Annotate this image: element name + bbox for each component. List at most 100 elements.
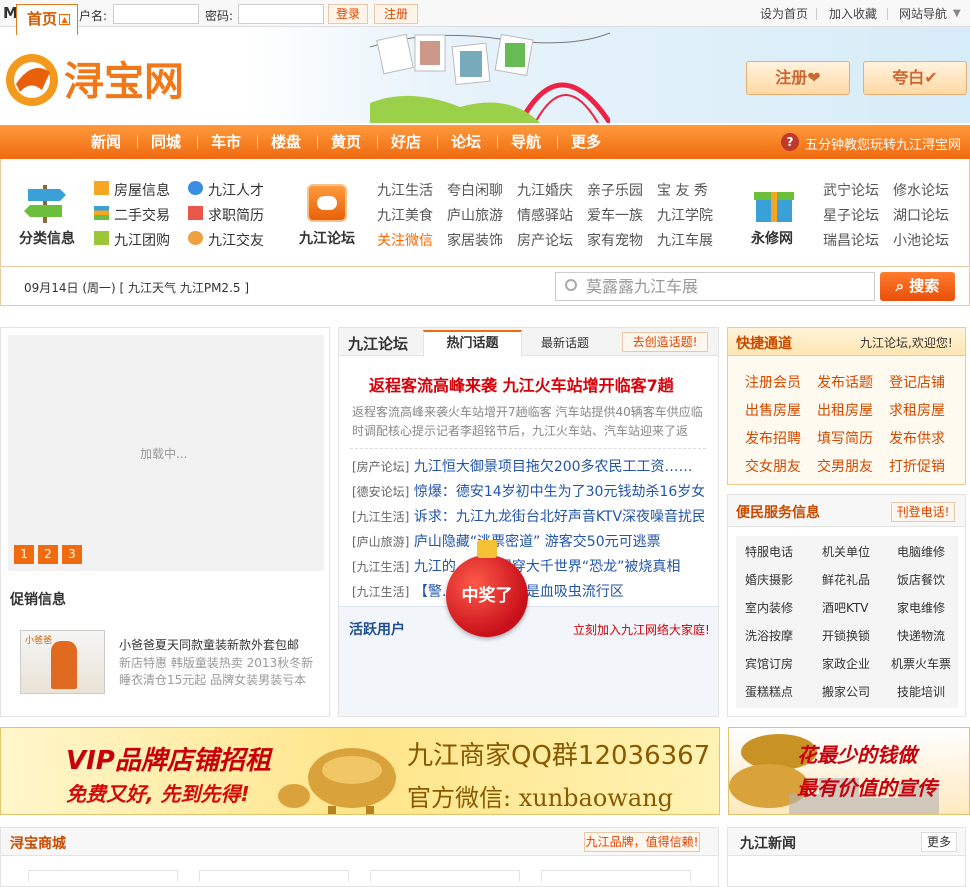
header-register-button[interactable]: 注册❤ xyxy=(746,61,850,95)
nav-item-shops[interactable]: 好店 xyxy=(391,125,421,159)
cat-link-secondhand[interactable]: 二手交易 xyxy=(114,205,170,225)
nav-item-cars[interactable]: 车市 xyxy=(211,125,241,159)
quick-link[interactable]: 发布招聘 xyxy=(745,428,801,448)
mall-tag[interactable]: 九江品牌，值得信赖! xyxy=(584,832,700,852)
site-logo[interactable]: 浔宝网 xyxy=(2,50,194,108)
service-item[interactable]: 电脑维修 xyxy=(897,543,945,560)
service-item[interactable]: 婚庆摄影 xyxy=(745,571,793,588)
forum-row[interactable]: [德安论坛] 惊爆：德安14岁初中生为了30元钱劫杀16岁女 xyxy=(352,481,704,501)
nav-item-news[interactable]: 新闻 xyxy=(91,125,121,159)
promo-thumbnail[interactable]: 小爸爸 xyxy=(20,630,105,694)
service-item[interactable]: 洗浴按摩 xyxy=(745,627,793,644)
service-item[interactable]: 开锁换锁 xyxy=(822,627,870,644)
service-item[interactable]: 鲜花礼品 xyxy=(822,571,870,588)
create-topic-button[interactable]: 去创造话题! xyxy=(622,332,708,352)
promo-item-title[interactable]: 小爸爸夏天同款童装新款外套包邮 xyxy=(119,636,324,653)
mall-slot[interactable] xyxy=(199,870,349,882)
service-item[interactable]: 机票火车票 xyxy=(891,655,951,672)
quick-link[interactable]: 交女朋友 xyxy=(745,456,801,476)
nav-item-yellowpages[interactable]: 黄页 xyxy=(331,125,361,159)
slider-page-1[interactable]: 1 xyxy=(14,545,34,564)
forum-headline[interactable]: 返程客流高峰来袭 九江火车站增开临客7趟 xyxy=(369,372,674,396)
slider-page-3[interactable]: 3 xyxy=(62,545,82,564)
nav-item-local[interactable]: 同城 xyxy=(151,125,181,159)
service-item[interactable]: 室内装修 xyxy=(745,599,793,616)
forum-row[interactable]: [庐山旅游] 庐山隐藏“逃票密道” 游客交50元可逃票 xyxy=(352,531,704,551)
forum-link[interactable]: 亲子乐园 xyxy=(587,180,643,200)
service-item[interactable]: 快递物流 xyxy=(897,627,945,644)
forum-row[interactable]: [九江生活] 诉求：九江九龙街台北好声音KTV深夜噪音扰民 xyxy=(352,506,704,526)
county-link[interactable]: 湖口论坛 xyxy=(893,205,949,225)
nav-item-forum[interactable]: 论坛 xyxy=(451,125,481,159)
cat-link-resume[interactable]: 求职简历 xyxy=(208,205,264,225)
quick-link[interactable]: 交男朋友 xyxy=(817,456,873,476)
forum-link[interactable]: 九江车展 xyxy=(657,230,713,250)
prize-ornament[interactable]: 中奖了 xyxy=(446,555,528,637)
forum-link[interactable]: 房产论坛 xyxy=(517,230,573,250)
set-homepage-link[interactable]: 设为首页 xyxy=(760,5,808,22)
forum-link[interactable]: 庐山旅游 xyxy=(447,205,503,225)
yongxiu-title[interactable]: 永修网 xyxy=(751,228,793,248)
quick-link[interactable]: 出售房屋 xyxy=(745,400,801,420)
help-link[interactable]: 五分钟教您玩转九江浔宝网 xyxy=(805,134,961,153)
county-link[interactable]: 小池论坛 xyxy=(893,230,949,250)
register-button[interactable]: 注册 xyxy=(374,4,418,24)
forum-row[interactable]: [九江生活] 【警……水中公路是血吸虫流行区 xyxy=(352,581,704,601)
news-more-button[interactable]: 更多 xyxy=(921,832,957,852)
quick-link[interactable]: 登记店铺 xyxy=(889,372,945,392)
service-item[interactable]: 技能培训 xyxy=(897,683,945,700)
county-link[interactable]: 武宁论坛 xyxy=(823,180,879,200)
service-item[interactable]: 酒吧KTV xyxy=(822,599,868,616)
forum-link[interactable]: 家有宠物 xyxy=(587,230,643,250)
nav-item-property[interactable]: 楼盘 xyxy=(271,125,301,159)
mall-slot[interactable] xyxy=(370,870,520,882)
service-item[interactable]: 家政企业 xyxy=(822,655,870,672)
category-title[interactable]: 分类信息 xyxy=(19,228,75,248)
county-link[interactable]: 星子论坛 xyxy=(823,205,879,225)
nav-item-home[interactable]: 首页 ▲ xyxy=(16,4,78,35)
slider-page-2[interactable]: 2 xyxy=(38,545,58,564)
forum-link[interactable]: 夸白闲聊 xyxy=(447,180,503,200)
tab-hot-topics[interactable]: 热门话题 xyxy=(423,330,522,357)
quick-link[interactable]: 注册会员 xyxy=(745,372,801,392)
quick-link[interactable]: 发布话题 xyxy=(817,372,873,392)
forum-link-wechat[interactable]: 关注微信 xyxy=(377,230,433,250)
cat-link-groupbuy[interactable]: 九江团购 xyxy=(114,230,170,250)
search-input[interactable]: 莫露露九江车展 xyxy=(555,272,875,301)
service-item[interactable]: 饭店餐饮 xyxy=(897,571,945,588)
county-link[interactable]: 修水论坛 xyxy=(893,180,949,200)
forum-link[interactable]: 九江学院 xyxy=(657,205,713,225)
post-phone-button[interactable]: 刊登电话! xyxy=(891,502,955,522)
login-button[interactable]: 登录 xyxy=(328,4,368,24)
forum-row[interactable]: [九江生活] 九江的……！揭穿大千世界“恐龙”被烧真相 xyxy=(352,556,704,576)
forum-row[interactable]: [房产论坛] 九江恒大御景项目拖欠200多农民工工资…… xyxy=(352,456,704,476)
cat-link-dating[interactable]: 九江交友 xyxy=(208,230,264,250)
county-link[interactable]: 瑞昌论坛 xyxy=(823,230,879,250)
forum-title[interactable]: 九江论坛 xyxy=(299,228,355,248)
service-item[interactable]: 宾馆订房 xyxy=(745,655,793,672)
forum-link[interactable]: 九江生活 xyxy=(377,180,433,200)
tab-latest-topics[interactable]: 最新话题 xyxy=(541,334,589,351)
cat-link-talent[interactable]: 九江人才 xyxy=(208,180,264,200)
mall-slot[interactable] xyxy=(28,870,178,882)
mall-slot[interactable] xyxy=(541,870,691,882)
forum-link[interactable]: 家居装饰 xyxy=(447,230,503,250)
quick-link[interactable]: 求租房屋 xyxy=(889,400,945,420)
header-checkin-button[interactable]: 夸白✔ xyxy=(863,61,967,95)
search-button[interactable]: ⌕ 搜索 xyxy=(880,272,955,301)
service-item[interactable]: 搬家公司 xyxy=(822,683,870,700)
service-item[interactable]: 家电维修 xyxy=(897,599,945,616)
date-weather-text[interactable]: 09月14日 (周一) [ 九江天气 九江PM2.5 ] xyxy=(24,279,249,296)
quick-link[interactable]: 出租房屋 xyxy=(817,400,873,420)
forum-link[interactable]: 九江美食 xyxy=(377,205,433,225)
forum-link[interactable]: 爱车一族 xyxy=(587,205,643,225)
service-item[interactable]: 机关单位 xyxy=(822,543,870,560)
join-community-link[interactable]: 立刻加入九江网络大家庭! xyxy=(573,621,710,638)
add-favorite-link[interactable]: 加入收藏 xyxy=(829,5,877,22)
forum-link[interactable]: 情感驿站 xyxy=(517,205,573,225)
quick-link[interactable]: 打折促销 xyxy=(889,456,945,476)
forum-link[interactable]: 九江婚庆 xyxy=(517,180,573,200)
site-nav-link[interactable]: 网站导航 xyxy=(899,5,947,22)
password-input[interactable] xyxy=(238,4,324,24)
quick-link[interactable]: 填写简历 xyxy=(817,428,873,448)
